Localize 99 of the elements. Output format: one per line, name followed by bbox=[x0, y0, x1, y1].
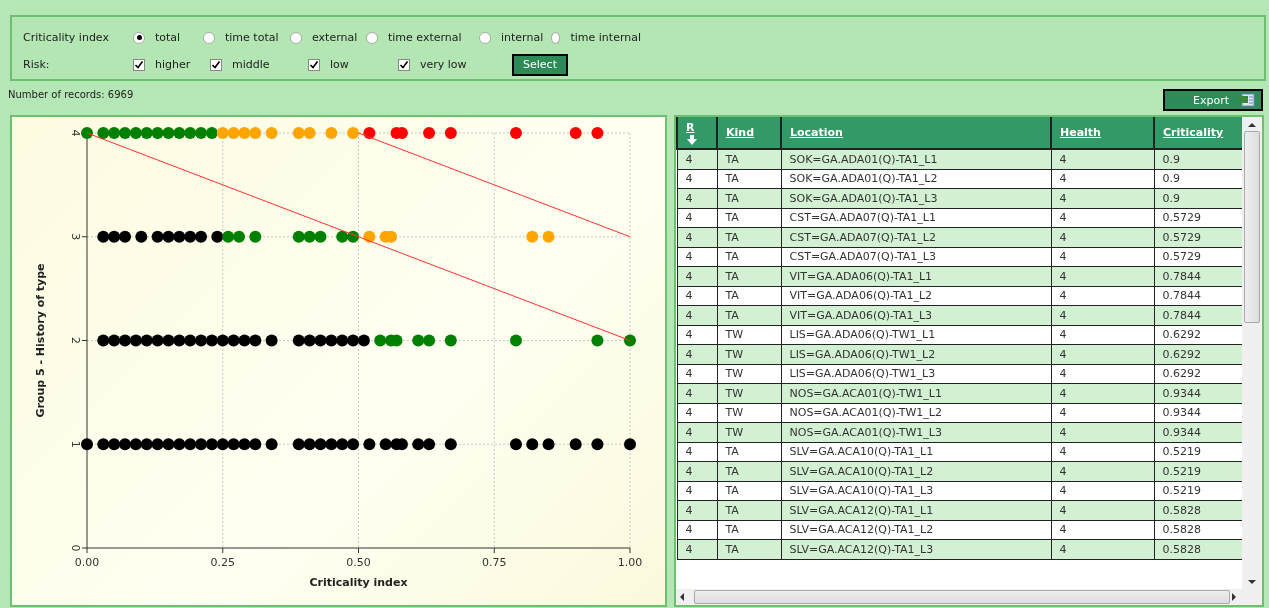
checkbox[interactable] bbox=[133, 58, 145, 71]
tick-label: 0 bbox=[69, 544, 82, 552]
option-label: time internal bbox=[570, 31, 641, 44]
table-cell: 4 bbox=[677, 461, 717, 481]
option-label: time total bbox=[225, 31, 279, 44]
column-header[interactable]: Kind bbox=[726, 126, 754, 139]
select-button[interactable]: Select bbox=[512, 53, 568, 76]
table-cell: VIT=GA.ADA06(Q)-TA1_L2 bbox=[781, 286, 1051, 306]
option-label: middle bbox=[232, 58, 270, 71]
sort-arrow-icon[interactable] bbox=[686, 134, 698, 145]
axis-title: Group 5 - History of type bbox=[34, 263, 47, 418]
table-cell: 4 bbox=[677, 364, 717, 384]
tick-label: 1 bbox=[69, 440, 82, 448]
table-cell: 4 bbox=[677, 247, 717, 267]
table-cell: TA bbox=[717, 169, 781, 189]
table-cell: 4 bbox=[677, 539, 717, 559]
column-header[interactable]: Location bbox=[790, 126, 843, 139]
table-cell: 4 bbox=[677, 149, 717, 169]
option-label: total bbox=[155, 31, 181, 44]
option-label: external bbox=[312, 31, 358, 44]
option-label: higher bbox=[155, 58, 191, 71]
table-cell: TA bbox=[717, 286, 781, 306]
field-label: Risk: bbox=[23, 58, 51, 71]
table-cell: 4 bbox=[1051, 208, 1154, 228]
table-cell: 4 bbox=[677, 169, 717, 189]
table-cell: 4 bbox=[677, 188, 717, 208]
tick-label: 0.25 bbox=[210, 556, 235, 569]
radio-button[interactable] bbox=[366, 31, 378, 44]
table-cell: 4 bbox=[1051, 481, 1154, 501]
table-cell: 4 bbox=[677, 266, 717, 286]
tick-label: 0.00 bbox=[74, 556, 100, 569]
option-label: low bbox=[330, 58, 349, 71]
column-header[interactable]: Health bbox=[1060, 126, 1101, 139]
table-cell: TW bbox=[717, 364, 781, 384]
tick-label: 1.00 bbox=[617, 556, 643, 569]
table-cell: 4 bbox=[677, 208, 717, 228]
scrollbar-thumb[interactable] bbox=[1244, 131, 1261, 323]
table-cell: 4 bbox=[677, 286, 717, 306]
table-cell: TA bbox=[717, 247, 781, 267]
table-cell: 4 bbox=[677, 227, 717, 247]
table-cell: 4 bbox=[677, 344, 717, 364]
table-cell: TA bbox=[717, 520, 781, 540]
table-cell: 4 bbox=[1051, 364, 1154, 384]
tick-label: 0.50 bbox=[346, 556, 371, 569]
table-cell: SOK=GA.ADA01(Q)-TA1_L2 bbox=[781, 169, 1051, 189]
tick-label: 0.75 bbox=[482, 556, 507, 569]
checkbox[interactable] bbox=[308, 58, 320, 71]
scroll-left-icon[interactable] bbox=[678, 592, 686, 602]
export-button[interactable]: Export bbox=[1163, 89, 1263, 111]
radio-button[interactable] bbox=[203, 31, 215, 44]
table-cell: 4 bbox=[677, 442, 717, 462]
scroll-down-icon[interactable] bbox=[1247, 578, 1258, 586]
table-cell: CST=GA.ADA07(Q)-TA1_L1 bbox=[781, 208, 1051, 228]
table-cell: SLV=GA.ACA10(Q)-TA1_L1 bbox=[781, 442, 1051, 462]
option-label: very low bbox=[420, 58, 467, 71]
table-cell: NOS=GA.ACA01(Q)-TW1_L2 bbox=[781, 403, 1051, 423]
table-cell: LIS=GA.ADA06(Q)-TW1_L3 bbox=[781, 364, 1051, 384]
table-cell: 4 bbox=[677, 520, 717, 540]
table-cell: 4 bbox=[1051, 325, 1154, 345]
table-cell: 4 bbox=[677, 500, 717, 520]
column-header[interactable]: R bbox=[686, 120, 695, 134]
table-cell: 4 bbox=[677, 325, 717, 345]
option-label: internal bbox=[501, 31, 544, 44]
table-cell: LIS=GA.ADA06(Q)-TW1_L1 bbox=[781, 325, 1051, 345]
table-cell: 4 bbox=[1051, 286, 1154, 306]
table-cell: CST=GA.ADA07(Q)-TA1_L3 bbox=[781, 247, 1051, 267]
tick-label: 3 bbox=[69, 233, 82, 241]
scrollbar-thumb[interactable] bbox=[694, 590, 1230, 604]
table-cell: 4 bbox=[677, 422, 717, 442]
table-cell: TA bbox=[717, 442, 781, 462]
option-label: time external bbox=[388, 31, 462, 44]
table-cell: 4 bbox=[1051, 403, 1154, 423]
checkbox[interactable] bbox=[210, 58, 222, 71]
table-cell: 4 bbox=[677, 481, 717, 501]
table-cell: TA bbox=[717, 208, 781, 228]
spreadsheet-icon bbox=[1239, 93, 1255, 107]
tick-label: 2 bbox=[69, 337, 82, 344]
table-cell: 4 bbox=[677, 305, 717, 325]
table-cell: 4 bbox=[1051, 520, 1154, 540]
table-cell: 4 bbox=[1051, 247, 1154, 267]
table-cell: 4 bbox=[677, 383, 717, 403]
table-cell: 4 bbox=[1051, 169, 1154, 189]
tick-label: 4 bbox=[69, 129, 82, 137]
radio-button[interactable] bbox=[551, 31, 561, 44]
scroll-up-icon[interactable] bbox=[1247, 121, 1258, 129]
table-cell: TW bbox=[717, 325, 781, 345]
radio-button[interactable] bbox=[479, 31, 491, 44]
table-cell: 4 bbox=[1051, 442, 1154, 462]
axis-title: Criticality index bbox=[309, 576, 408, 589]
record-count: Number of records: 6969 bbox=[8, 88, 134, 100]
radio-button[interactable] bbox=[133, 31, 145, 44]
radio-button[interactable] bbox=[290, 31, 302, 44]
table-cell: SLV=GA.ACA12(Q)-TA1_L2 bbox=[781, 520, 1051, 540]
checkbox[interactable] bbox=[398, 58, 410, 71]
table-cell: SLV=GA.ACA10(Q)-TA1_L3 bbox=[781, 481, 1051, 501]
table-cell: TW bbox=[717, 403, 781, 423]
table-cell: TA bbox=[717, 481, 781, 501]
table-cell: 4 bbox=[677, 403, 717, 423]
field-label: Criticality index bbox=[23, 31, 110, 44]
